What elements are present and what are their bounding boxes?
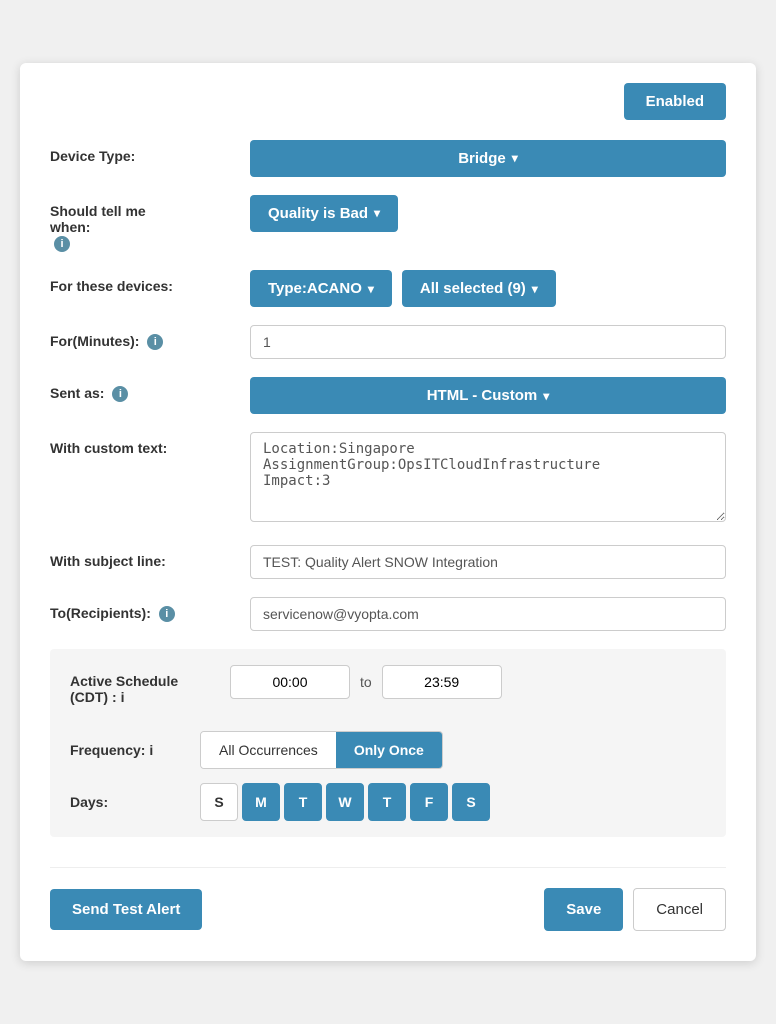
device-type-dropdown[interactable]: Bridge ▾	[250, 140, 726, 177]
device-type-control: Bridge ▾	[250, 140, 726, 177]
subject-line-control	[250, 545, 726, 579]
sent-as-dropdown[interactable]: HTML - Custom ▾	[250, 377, 726, 414]
frequency-all-occurrences-button[interactable]: All Occurrences	[201, 732, 336, 768]
days-buttons: S M T W T F S	[200, 783, 490, 821]
day-sunday-button[interactable]: S	[200, 783, 238, 821]
device-type-value: Bridge	[458, 150, 506, 167]
schedule-control: to	[230, 665, 706, 713]
info-icon-should-tell[interactable]: i	[54, 236, 70, 252]
custom-text-label: With custom text:	[50, 432, 250, 456]
subject-line-label: With subject line:	[50, 545, 250, 569]
devices-row: Type:ACANO ▾ All selected (9) ▾	[250, 270, 726, 307]
device-type-row: Device Type: Bridge ▾	[50, 140, 726, 177]
quality-control: Quality is Bad ▾	[250, 195, 726, 232]
frequency-buttons: All Occurrences Only Once	[200, 731, 443, 769]
frequency-only-once-button[interactable]: Only Once	[336, 732, 442, 768]
should-tell-row: Should tell me when: i Quality is Bad ▾	[50, 195, 726, 252]
top-bar: Enabled	[50, 83, 726, 120]
should-tell-label: Should tell me when: i	[50, 195, 250, 252]
bottom-bar: Send Test Alert Save Cancel	[50, 867, 726, 931]
schedule-start-input[interactable]	[230, 665, 350, 699]
day-tuesday-button[interactable]: T	[284, 783, 322, 821]
send-test-alert-button[interactable]: Send Test Alert	[50, 889, 202, 930]
subject-line-row: With subject line:	[50, 545, 726, 579]
recipients-input[interactable]	[250, 597, 726, 631]
for-devices-row: For these devices: Type:ACANO ▾ All sele…	[50, 270, 726, 307]
schedule-to-label: to	[360, 674, 372, 690]
sent-as-row: Sent as: i HTML - Custom ▾	[50, 377, 726, 414]
days-row: Days: S M T W T F S	[70, 783, 706, 821]
cancel-button[interactable]: Cancel	[633, 888, 726, 931]
type-acano-dropdown[interactable]: Type:ACANO ▾	[250, 270, 392, 307]
frequency-label: Frequency: i	[70, 742, 200, 758]
day-friday-button[interactable]: F	[410, 783, 448, 821]
sent-as-control: HTML - Custom ▾	[250, 377, 726, 414]
device-type-label: Device Type:	[50, 140, 250, 164]
day-monday-button[interactable]: M	[242, 783, 280, 821]
chevron-down-icon: ▾	[368, 282, 374, 296]
custom-text-input[interactable]: Location:Singapore AssignmentGroup:OpsIT…	[250, 432, 726, 522]
schedule-section: Active Schedule (CDT) : i to Frequency: …	[50, 649, 726, 837]
quality-value: Quality is Bad	[268, 205, 368, 222]
all-selected-dropdown[interactable]: All selected (9) ▾	[402, 270, 556, 307]
schedule-row: Active Schedule (CDT) : i to	[70, 665, 706, 713]
chevron-down-icon: ▾	[512, 151, 518, 165]
info-icon-schedule[interactable]: i	[121, 689, 125, 705]
info-icon-minutes[interactable]: i	[147, 334, 163, 350]
enabled-button[interactable]: Enabled	[624, 83, 726, 120]
type-acano-value: Type:ACANO	[268, 280, 362, 297]
bottom-right-buttons: Save Cancel	[544, 888, 726, 931]
alert-config-card: Enabled Device Type: Bridge ▾ Should tel…	[20, 63, 756, 961]
info-icon-frequency[interactable]: i	[149, 742, 153, 758]
sent-as-value: HTML - Custom	[427, 387, 538, 404]
day-saturday-button[interactable]: S	[452, 783, 490, 821]
recipients-row: To(Recipients): i	[50, 597, 726, 631]
for-minutes-control	[250, 325, 726, 359]
save-button[interactable]: Save	[544, 888, 623, 931]
chevron-down-icon: ▾	[532, 282, 538, 296]
subject-line-input[interactable]	[250, 545, 726, 579]
info-icon-recipients[interactable]: i	[159, 606, 175, 622]
days-label: Days:	[70, 794, 200, 810]
day-thursday-button[interactable]: T	[368, 783, 406, 821]
for-devices-label: For these devices:	[50, 270, 250, 294]
schedule-end-input[interactable]	[382, 665, 502, 699]
custom-text-control: Location:Singapore AssignmentGroup:OpsIT…	[250, 432, 726, 527]
all-selected-value: All selected (9)	[420, 280, 526, 297]
chevron-down-icon: ▾	[374, 206, 380, 220]
frequency-row: Frequency: i All Occurrences Only Once	[70, 731, 706, 769]
quality-dropdown[interactable]: Quality is Bad ▾	[250, 195, 398, 232]
for-minutes-label: For(Minutes): i	[50, 325, 250, 350]
schedule-label: Active Schedule (CDT) : i	[70, 665, 230, 705]
recipients-control	[250, 597, 726, 631]
for-devices-control: Type:ACANO ▾ All selected (9) ▾	[250, 270, 726, 307]
chevron-down-icon: ▾	[543, 389, 549, 403]
info-icon-sent-as[interactable]: i	[112, 386, 128, 402]
recipients-label: To(Recipients): i	[50, 597, 250, 622]
day-wednesday-button[interactable]: W	[326, 783, 364, 821]
schedule-time-row: to	[230, 665, 706, 699]
sent-as-label: Sent as: i	[50, 377, 250, 402]
for-minutes-row: For(Minutes): i	[50, 325, 726, 359]
custom-text-row: With custom text: Location:Singapore Ass…	[50, 432, 726, 527]
for-minutes-input[interactable]	[250, 325, 726, 359]
